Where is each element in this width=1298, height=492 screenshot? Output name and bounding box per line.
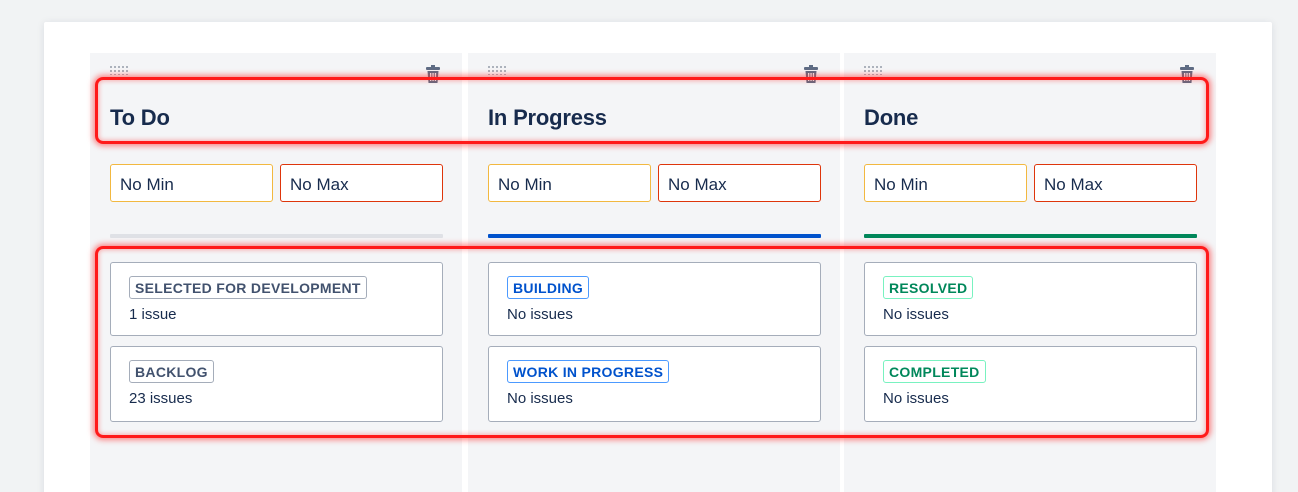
trash-icon[interactable] [804,65,818,83]
status-lozenge: BUILDING [507,276,590,299]
status-card-selected-for-development[interactable]: SELECTED FOR DEVELOPMENT 1 issue [110,262,443,336]
status-card-backlog[interactable]: BACKLOG 23 issues [110,346,443,422]
status-lozenge: RESOLVED [883,276,974,299]
trash-icon[interactable] [426,65,440,83]
column-title[interactable]: To Do [110,105,170,131]
column-limits: No Min No Max [110,164,443,202]
column-done[interactable]: Done No Min No Max RESOLVED No issues CO… [844,53,1216,492]
status-card-building[interactable]: BUILDING No issues [488,262,821,336]
column-status-bar [488,234,821,238]
column-title[interactable]: In Progress [488,105,607,131]
issue-count: No issues [507,306,573,323]
max-limit-input[interactable]: No Max [280,164,443,202]
issue-count: 23 issues [129,390,193,407]
column-limits: No Min No Max [488,164,821,202]
min-limit-input[interactable]: No Min [488,164,651,202]
issue-count: No issues [883,306,949,323]
drag-handle-icon[interactable] [487,65,507,75]
max-limit-input[interactable]: No Max [658,164,821,202]
status-card-completed[interactable]: COMPLETED No issues [864,346,1197,422]
issue-count: 1 issue [129,306,177,323]
issue-count: No issues [507,390,573,407]
status-card-work-in-progress[interactable]: WORK IN PROGRESS No issues [488,346,821,422]
max-limit-input[interactable]: No Max [1034,164,1197,202]
column-to-do[interactable]: To Do No Min No Max SELECTED FOR DEVELOP… [90,53,462,492]
status-lozenge: BACKLOG [129,360,214,383]
columns-board: To Do No Min No Max SELECTED FOR DEVELOP… [90,53,1216,492]
status-lozenge: COMPLETED [883,360,986,383]
min-limit-input[interactable]: No Min [110,164,273,202]
status-lozenge: SELECTED FOR DEVELOPMENT [129,276,367,299]
column-in-progress[interactable]: In Progress No Min No Max BUILDING No is… [468,53,840,492]
column-limits: No Min No Max [864,164,1197,202]
status-lozenge: WORK IN PROGRESS [507,360,670,383]
column-title[interactable]: Done [864,105,918,131]
min-limit-input[interactable]: No Min [864,164,1027,202]
issue-count: No issues [883,390,949,407]
drag-handle-icon[interactable] [109,65,129,75]
column-status-bar [864,234,1197,238]
status-card-resolved[interactable]: RESOLVED No issues [864,262,1197,336]
drag-handle-icon[interactable] [863,65,883,75]
trash-icon[interactable] [1180,65,1194,83]
column-status-bar [110,234,443,238]
